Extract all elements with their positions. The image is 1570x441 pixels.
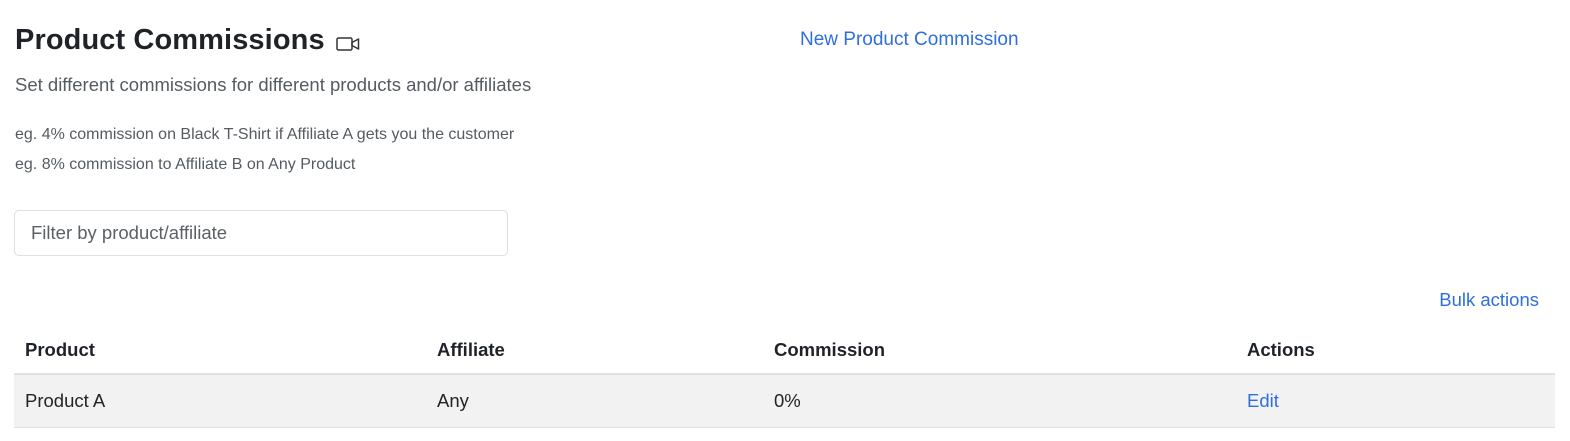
title-row: Product Commissions xyxy=(15,24,360,57)
column-header-affiliate: Affiliate xyxy=(426,326,763,375)
new-product-commission-link[interactable]: New Product Commission xyxy=(800,29,1019,51)
table-header-row: Product Affiliate Commission Actions xyxy=(14,326,1555,375)
video-camera-icon[interactable] xyxy=(335,36,360,52)
product-commissions-page: Product Commissions New Product Commissi… xyxy=(0,0,1570,441)
column-header-product: Product xyxy=(14,326,426,375)
cell-actions: Edit xyxy=(1236,374,1555,428)
commissions-table: Product Affiliate Commission Actions Pro… xyxy=(14,326,1555,428)
example-text: eg. 8% commission to Affiliate B on Any … xyxy=(15,156,356,173)
column-header-commission: Commission xyxy=(763,326,1236,375)
cell-affiliate: Any xyxy=(426,374,763,428)
edit-link[interactable]: Edit xyxy=(1247,390,1279,411)
page-subtitle: Set different commissions for different … xyxy=(15,74,532,95)
page-title: Product Commissions xyxy=(15,24,325,56)
example-text: eg. 4% commission on Black T-Shirt if Af… xyxy=(15,126,515,143)
table-row: Product A Any 0% Edit xyxy=(14,374,1555,428)
filter-input[interactable] xyxy=(14,210,508,256)
column-header-actions: Actions xyxy=(1236,326,1555,375)
cell-commission: 0% xyxy=(763,374,1236,428)
bulk-actions-link[interactable]: Bulk actions xyxy=(1439,289,1539,311)
cell-product: Product A xyxy=(14,374,426,428)
